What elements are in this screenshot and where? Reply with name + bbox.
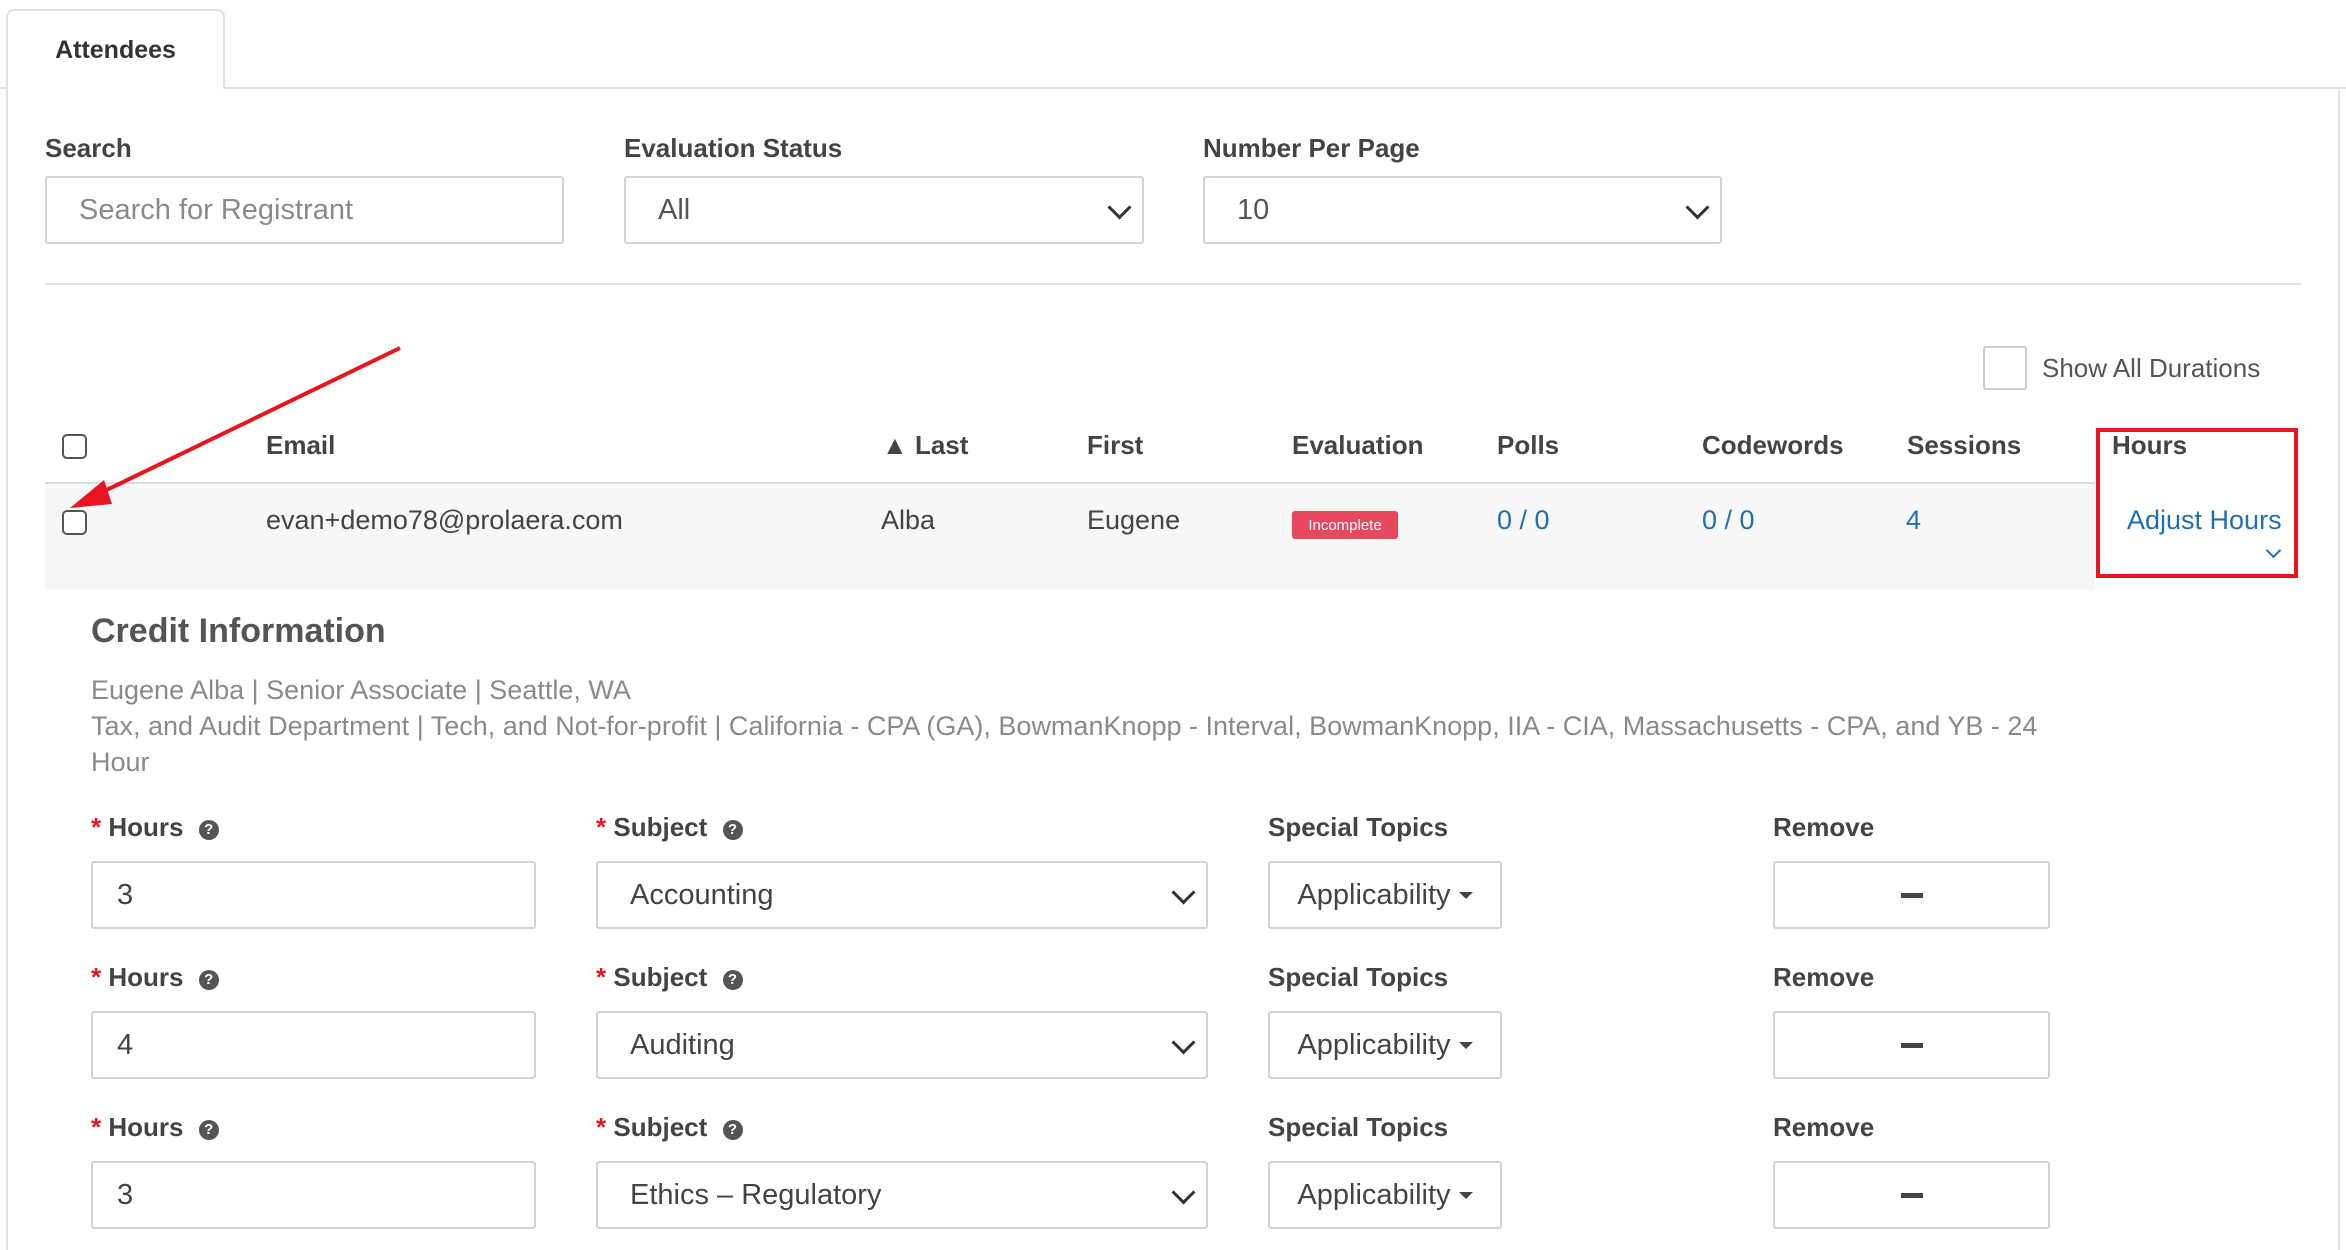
help-icon[interactable]: ?: [722, 1119, 743, 1140]
hours-label-text: Hours: [108, 962, 184, 992]
required-marker: *: [596, 1112, 607, 1142]
row-sessions-link[interactable]: 4: [1906, 505, 1921, 536]
row-codewords-link[interactable]: 0 / 0: [1702, 505, 1755, 536]
special-topics-label: Special Topics: [1268, 962, 1449, 992]
evaluation-status-label: Evaluation Status: [624, 133, 843, 163]
subject-label-text: Subject: [613, 962, 708, 992]
required-marker: *: [91, 1112, 102, 1142]
row-last: Alba: [881, 505, 936, 535]
show-all-durations-checkbox[interactable]: [1983, 346, 2027, 390]
chevron-down-icon: [1685, 195, 1710, 220]
chevron-down-icon: [1171, 880, 1196, 905]
col-polls[interactable]: Polls: [1497, 430, 1559, 461]
evaluation-status-select[interactable]: All: [624, 176, 1144, 244]
subject-select[interactable]: Ethics – Regulatory: [596, 1161, 1208, 1229]
panel-right-border: [2338, 87, 2340, 1250]
col-sessions[interactable]: Sessions: [1907, 430, 2021, 461]
panel-left-border: [6, 87, 8, 1250]
row-polls-link[interactable]: 0 / 0: [1497, 505, 1550, 536]
remove-label: Remove: [1773, 962, 1875, 992]
highlight-box-hours: [2096, 428, 2298, 578]
applicability-label: Applicability: [1297, 1028, 1451, 1061]
remove-label: Remove: [1773, 812, 1875, 842]
number-per-page-value: 10: [1237, 193, 1270, 226]
tab-bar-divider: [0, 87, 2346, 89]
number-per-page-label: Number Per Page: [1203, 133, 1420, 163]
search-input[interactable]: Search for Registrant: [45, 176, 564, 244]
hours-value: 3: [117, 878, 134, 911]
required-marker: *: [596, 962, 607, 992]
special-topics-label: Special Topics: [1268, 1112, 1449, 1142]
hours-label-text: Hours: [108, 1112, 184, 1142]
search-label: Search: [45, 133, 132, 163]
subject-label: * Subject ?: [596, 962, 743, 993]
subject-select[interactable]: Auditing: [596, 1011, 1208, 1079]
status-badge: Incomplete: [1292, 511, 1398, 539]
credit-information-title: Credit Information: [91, 612, 386, 650]
hours-value: 3: [117, 1178, 134, 1211]
hours-label: * Hours ?: [91, 962, 219, 993]
required-marker: *: [91, 812, 102, 842]
hours-label: * Hours ?: [91, 1112, 219, 1143]
help-icon[interactable]: ?: [198, 969, 219, 990]
annotation-arrow-icon: [70, 346, 401, 508]
col-codewords[interactable]: Codewords: [1702, 430, 1844, 461]
special-topics-label: Special Topics: [1268, 812, 1449, 842]
subject-label-text: Subject: [613, 1112, 708, 1142]
chevron-down-icon: [1171, 1030, 1196, 1055]
chevron-down-icon: [1171, 1180, 1196, 1205]
minus-icon: [1900, 892, 1923, 898]
minus-icon: [1900, 1042, 1923, 1048]
help-icon[interactable]: ?: [198, 1119, 219, 1140]
hours-value: 4: [117, 1028, 134, 1061]
tab-attendees[interactable]: Attendees: [6, 9, 225, 89]
required-marker: *: [596, 812, 607, 842]
applicability-dropdown-button[interactable]: Applicability: [1268, 861, 1502, 929]
caret-down-icon: [1458, 1191, 1473, 1199]
row-first: Eugene: [1087, 505, 1181, 535]
hours-input[interactable]: 4: [91, 1011, 536, 1079]
hours-label: * Hours ?: [91, 812, 219, 843]
remove-label: Remove: [1773, 1112, 1875, 1142]
hours-label-text: Hours: [108, 812, 184, 842]
subject-value: Auditing: [630, 1028, 735, 1061]
remove-button[interactable]: [1773, 861, 2050, 929]
minus-icon: [1900, 1192, 1923, 1198]
help-icon[interactable]: ?: [722, 819, 743, 840]
caret-down-icon: [1458, 1041, 1473, 1049]
remove-button[interactable]: [1773, 1161, 2050, 1229]
credit-line-2: Tax, and Audit Department | Tech, and No…: [91, 711, 2038, 741]
chevron-down-icon: [1107, 195, 1132, 220]
applicability-label: Applicability: [1297, 878, 1451, 911]
col-first[interactable]: First: [1087, 430, 1143, 461]
subject-label: * Subject ?: [596, 812, 743, 843]
help-icon[interactable]: ?: [198, 819, 219, 840]
number-per-page-select[interactable]: 10: [1203, 176, 1722, 244]
hours-input[interactable]: 3: [91, 1161, 536, 1229]
subject-select[interactable]: Accounting: [596, 861, 1208, 929]
hours-input[interactable]: 3: [91, 861, 536, 929]
credit-line-3: Hour: [91, 747, 150, 777]
applicability-dropdown-button[interactable]: Applicability: [1268, 1161, 1502, 1229]
col-last[interactable]: ▲ Last: [882, 430, 968, 461]
evaluation-status-value: All: [658, 193, 691, 226]
subject-label: * Subject ?: [596, 1112, 743, 1143]
applicability-label: Applicability: [1297, 1178, 1451, 1211]
subject-label-text: Subject: [613, 812, 708, 842]
caret-down-icon: [1458, 891, 1473, 899]
show-all-durations-label: Show All Durations: [2042, 353, 2261, 383]
credit-line-1: Eugene Alba | Senior Associate | Seattle…: [91, 675, 631, 705]
filters-divider: [45, 283, 2301, 285]
subject-value: Accounting: [630, 878, 774, 911]
search-placeholder: Search for Registrant: [79, 193, 354, 226]
required-marker: *: [91, 962, 102, 992]
help-icon[interactable]: ?: [722, 969, 743, 990]
subject-value: Ethics – Regulatory: [630, 1178, 882, 1211]
col-evaluation[interactable]: Evaluation: [1292, 430, 1423, 461]
remove-button[interactable]: [1773, 1011, 2050, 1079]
applicability-dropdown-button[interactable]: Applicability: [1268, 1011, 1502, 1079]
